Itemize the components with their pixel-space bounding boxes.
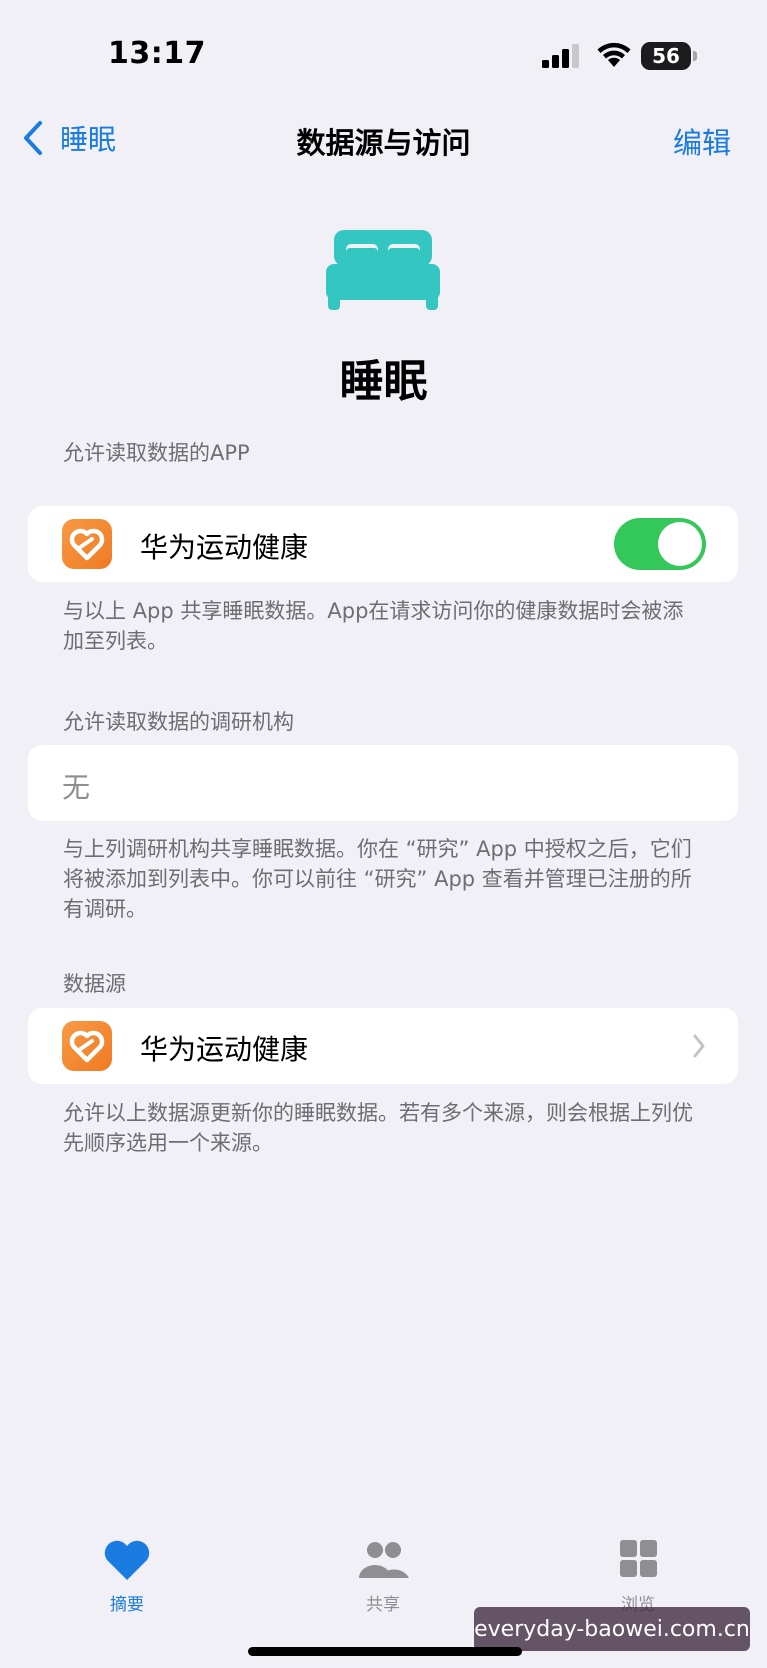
huawei-health-app-icon	[62, 1021, 112, 1071]
bed-icon	[326, 230, 440, 310]
read-access-toggle[interactable]	[614, 518, 706, 570]
tab-summary[interactable]: 摘要	[67, 1538, 187, 1615]
huawei-health-app-icon	[62, 519, 112, 569]
apps-section-footer: 与以上 App 共享睡眠数据。App在请求访问你的健康数据时会被添加至列表。	[63, 599, 684, 653]
tab-sharing[interactable]: 共享	[323, 1538, 443, 1615]
research-section-header: 允许读取数据的调研机构	[63, 710, 294, 734]
navigation-bar: 睡眠 数据源与访问 编辑	[0, 110, 767, 166]
battery-level: 56	[641, 42, 691, 70]
chevron-right-icon	[693, 1034, 705, 1058]
category-title: 睡眠	[339, 356, 428, 407]
sources-section-footer: 允许以上数据源更新你的睡眠数据。若有多个来源，则会根据上列优先顺序选用一个来源。	[63, 1101, 693, 1155]
tab-summary-label: 摘要	[110, 1595, 144, 1615]
people-icon	[359, 1542, 409, 1578]
status-bar: 13:17 56	[0, 0, 767, 100]
apps-section-header: 允许读取数据的APP	[63, 441, 250, 465]
status-time: 13:17	[108, 36, 206, 71]
home-indicator[interactable]	[248, 1647, 522, 1656]
heart-icon	[104, 1540, 150, 1580]
research-section-footer: 与上列调研机构共享睡眠数据。你在 “研究” App 中授权之后，它们将被添加到列…	[63, 837, 692, 921]
wifi-icon	[597, 42, 631, 67]
cellular-signal-icon	[542, 44, 579, 68]
tab-browse[interactable]: 浏览	[578, 1538, 698, 1615]
tab-sharing-label: 共享	[366, 1595, 400, 1615]
source-name: 华为运动健康	[140, 1033, 309, 1066]
app-name: 华为运动健康	[140, 531, 309, 564]
battery-icon: 56	[641, 42, 699, 70]
page-title: 数据源与访问	[296, 126, 471, 160]
app-access-row[interactable]: 华为运动健康	[28, 506, 738, 582]
research-row: 无	[28, 745, 738, 821]
research-none-label: 无	[62, 771, 91, 804]
watermark: everyday-baowei.com.cn	[474, 1607, 750, 1651]
grid-icon	[620, 1540, 657, 1577]
data-source-row[interactable]: 华为运动健康	[28, 1008, 738, 1084]
sources-section-header: 数据源	[63, 972, 126, 996]
edit-button[interactable]: 编辑	[673, 120, 731, 162]
